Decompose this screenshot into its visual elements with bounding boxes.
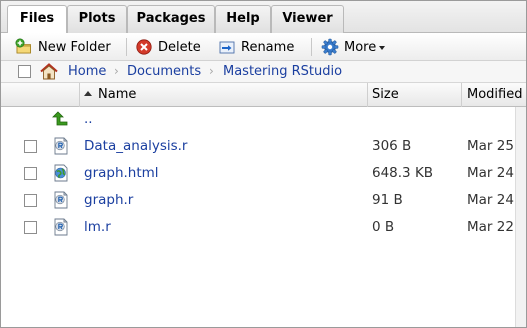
r-script-icon — [54, 137, 68, 155]
file-modified: Mar 24, — [467, 192, 519, 208]
breadcrumb-documents[interactable]: Documents — [127, 64, 201, 79]
rename-button[interactable]: Rename — [218, 37, 294, 57]
pane-tab-bar: Files Plots Packages Help Viewer — [1, 1, 526, 34]
chevron-down-icon — [379, 46, 386, 50]
file-name-link[interactable]: graph.r — [84, 192, 133, 208]
column-name-label: Name — [98, 87, 137, 102]
file-checkbox[interactable] — [24, 221, 37, 234]
files-toolbar: New Folder Delete Rename More — [1, 33, 526, 61]
new-folder-button[interactable]: New Folder — [15, 37, 111, 57]
delete-button[interactable]: Delete — [135, 37, 201, 57]
parent-directory-row[interactable]: .. — [1, 106, 526, 133]
file-size: 306 B — [372, 138, 412, 154]
file-list-header: Name Size Modified — [1, 83, 526, 107]
files-pane: Files Plots Packages Help Viewer New Fol… — [0, 0, 527, 328]
file-name-link[interactable]: Data_analysis.r — [84, 138, 188, 154]
parent-folder-arrow-icon — [52, 111, 68, 126]
breadcrumb-separator: › — [114, 64, 119, 78]
breadcrumb-home[interactable]: Home — [68, 64, 106, 79]
rename-label: Rename — [241, 39, 295, 55]
file-checkbox[interactable] — [24, 194, 37, 207]
file-row[interactable]: graph.html 648.3 KB Mar 24, — [1, 160, 526, 187]
column-header-name[interactable]: Name — [79, 83, 367, 107]
tab-viewer[interactable]: Viewer — [271, 5, 344, 33]
file-modified: Mar 25, — [467, 138, 519, 154]
file-name-link[interactable]: graph.html — [84, 165, 159, 181]
file-row[interactable]: graph.r 91 B Mar 24, — [1, 187, 526, 214]
new-folder-label: New Folder — [38, 39, 111, 55]
more-menu-button[interactable]: More — [321, 37, 386, 57]
file-name-link[interactable]: lm.r — [84, 219, 111, 235]
home-icon[interactable] — [39, 62, 59, 81]
breadcrumb-separator: › — [209, 64, 214, 78]
tab-plots[interactable]: Plots — [67, 5, 127, 33]
file-size: 648.3 KB — [372, 165, 434, 181]
parent-directory-link[interactable]: .. — [84, 111, 93, 127]
more-label: More — [344, 39, 377, 55]
column-header-size[interactable]: Size — [367, 83, 461, 107]
file-size: 91 B — [372, 192, 403, 208]
r-script-icon — [54, 191, 68, 209]
breadcrumb: Home › Documents › Mastering RStudio — [1, 61, 526, 83]
column-size-label: Size — [372, 87, 399, 102]
file-modified: Mar 22, — [467, 219, 519, 235]
column-header-modified[interactable]: Modified — [461, 83, 526, 107]
file-checkbox[interactable] — [24, 167, 37, 180]
new-folder-icon — [15, 38, 31, 54]
breadcrumb-mastering-rstudio[interactable]: Mastering RStudio — [223, 64, 342, 79]
delete-label: Delete — [158, 39, 201, 55]
file-row[interactable]: Data_analysis.r 306 B Mar 25, — [1, 133, 526, 160]
r-script-icon — [54, 218, 68, 236]
tab-help[interactable]: Help — [215, 5, 271, 33]
toolbar-divider — [126, 38, 127, 56]
rename-icon — [219, 41, 235, 54]
delete-icon — [136, 39, 152, 55]
column-modified-label: Modified — [467, 87, 523, 102]
file-row[interactable]: lm.r 0 B Mar 22, — [1, 214, 526, 241]
tab-files[interactable]: Files — [7, 5, 67, 34]
sort-ascending-icon — [84, 91, 92, 96]
gear-icon — [321, 38, 339, 56]
select-all-checkbox[interactable] — [18, 65, 31, 78]
vertical-scrollbar[interactable] — [515, 107, 526, 327]
file-size: 0 B — [372, 219, 395, 235]
toolbar-divider — [311, 38, 312, 56]
html-file-icon — [54, 164, 68, 182]
tab-packages[interactable]: Packages — [127, 5, 215, 33]
file-modified: Mar 24, — [467, 165, 519, 181]
file-checkbox[interactable] — [24, 140, 37, 153]
